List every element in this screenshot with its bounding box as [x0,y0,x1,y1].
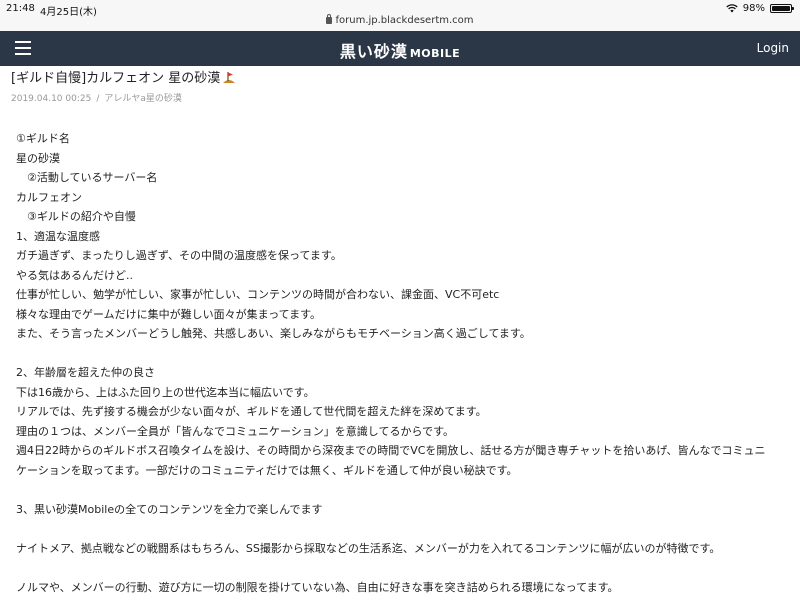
post-title-text: [ギルド自慢]カルフェオン 星の砂漠 [11,71,221,86]
site-logo[interactable]: 黒い砂漠 MOBILE [0,38,800,62]
meta-separator: / [96,94,100,104]
post-body-line [16,344,791,364]
address-url: forum.jp.blackdesertm.com [335,15,474,26]
post-body-line: 仕事が忙しい、勉学が忙しい、家事が忙しい、コンテンツの時間が合わない、課金面、V… [16,288,500,301]
post-body-line: 週4日22時からのギルドボス召喚タイムを設け、その時間から深夜までの時間でVCを… [16,444,766,457]
post-body: ①ギルド名星の砂漠 ②活動しているサーバー名 カルフェオン ③ギルドの紹介や自慢 1… [16,129,791,597]
post-body-line: ノルマや、メンバーの行動、遊び方に一切の制限を掛けていない為、自由に好きな事を突… [16,580,619,594]
post-date: 2019.04.10 00:25 [11,94,92,104]
post-title: [ギルド自慢]カルフェオン 星の砂漠 [11,67,236,86]
post-body-line: 3、黒い砂漠Mobileの全てのコンテンツを全力で楽しんでます [16,502,323,516]
post-body-line [16,480,791,500]
battery-icon [770,4,794,13]
status-bar: 21:48 4月25日(木) forum.jp.blackdesertm.com… [0,0,800,31]
login-link[interactable]: Login [757,41,789,55]
post-body-line: やる気はあるんだけど.. [16,268,133,282]
post-body-line [16,558,791,578]
post-body-line: ナイトメア、拠点戦などの戦闘系はもちろん、SS撮影から採取などの生活系迄、メンバ… [16,541,721,555]
status-indicators: 98% [726,3,794,14]
post-body-line: ①ギルド名 [16,132,70,145]
logo-english-text: MOBILE [409,47,461,60]
address-bar[interactable]: forum.jp.blackdesertm.com [0,14,800,26]
post-body-line: ケーションを取ってます。一部だけのコミュニティだけでは無く、ギルドを通して仲が良… [16,463,518,477]
post-body-line: 下は16歳から、上はふた回り上の世代迄本当に幅広いです。 [16,385,315,399]
post-body-line [16,519,791,539]
post-body-line: 1、適温な温度感 [16,229,100,243]
logo-japanese-text: 黒い砂漠 [339,42,408,61]
battery-percent: 98% [742,3,765,14]
post-body-line: 理由の１つは、メンバー全員が「皆んなでコミュニケーション」を意識してるからです。 [16,424,455,438]
post-body-line: リアルでは、先ず接する機会が少ない面々が、ギルドを通して世代間を超えた絆を深めて… [16,405,487,418]
hamburger-menu-icon[interactable] [15,41,31,55]
status-time: 21:48 [6,3,35,14]
desert-flag-icon [223,72,236,83]
wifi-icon [726,4,738,13]
post-body-line: ガチ過ぎず、まったりし過ぎず、その中間の温度感を保ってます。 [16,249,342,262]
post-body-line: ③ギルドの紹介や自慢 [16,210,136,223]
post-body-line: カルフェオン [16,190,82,204]
post-body-line: また、そう言ったメンバーどうし触発、共感しあい、楽しみながらもモチベーション高く… [16,327,531,340]
lock-icon [326,14,333,24]
post-body-line: 星の砂漠 [16,151,60,165]
site-header: 黒い砂漠 MOBILE Login [0,31,800,66]
post-body-line: ②活動しているサーバー名 [16,171,158,184]
post-body-line: 様々な理由でゲームだけに集中が難しい面々が集まってます。 [16,307,322,321]
post-body-line: 2、年齢層を超えた仲の良さ [16,366,155,379]
post-author[interactable]: アレルヤa星の砂漠 [104,94,182,104]
post-meta: 2019.04.10 00:25 / アレルヤa星の砂漠 [11,91,182,104]
